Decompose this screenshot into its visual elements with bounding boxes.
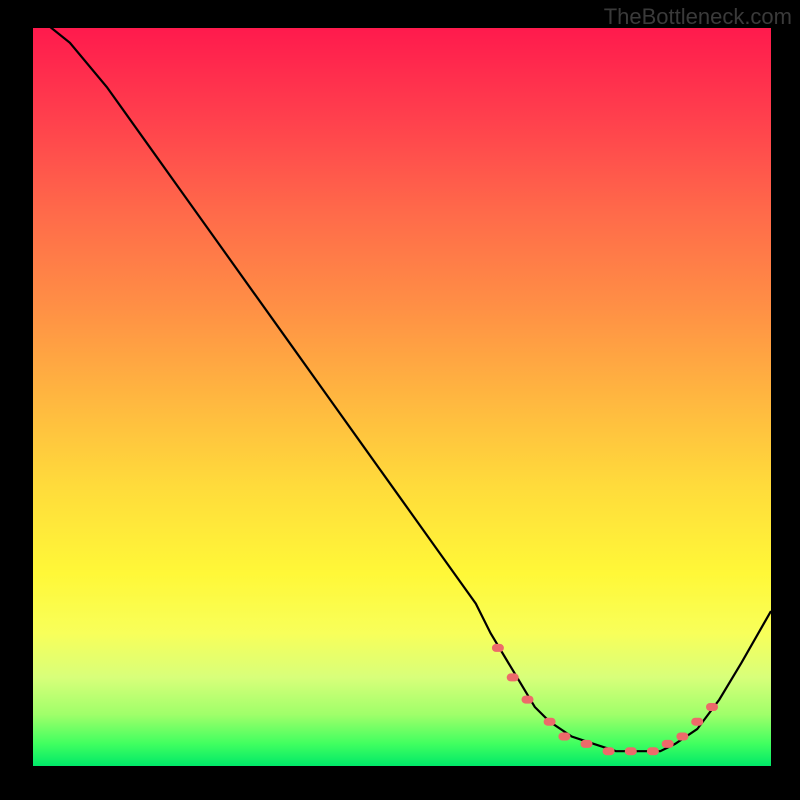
highlight-dot bbox=[492, 644, 504, 652]
highlight-dot bbox=[522, 696, 534, 704]
highlight-dot bbox=[691, 718, 703, 726]
attribution-text: TheBottleneck.com bbox=[604, 4, 792, 30]
highlight-dot bbox=[581, 740, 593, 748]
chart-curve-group bbox=[33, 28, 771, 751]
chart-dots-group bbox=[492, 644, 718, 755]
highlight-dot bbox=[706, 703, 718, 711]
chart-plot-area bbox=[33, 28, 771, 766]
highlight-dot bbox=[625, 747, 637, 755]
highlight-dot bbox=[676, 733, 688, 741]
highlight-dot bbox=[544, 718, 556, 726]
highlight-dot bbox=[603, 747, 615, 755]
highlight-dot bbox=[647, 747, 659, 755]
highlight-dot bbox=[558, 733, 570, 741]
bottleneck-curve bbox=[33, 28, 771, 751]
highlight-dot bbox=[662, 740, 674, 748]
highlight-dot bbox=[507, 673, 519, 681]
chart-svg bbox=[33, 28, 771, 766]
